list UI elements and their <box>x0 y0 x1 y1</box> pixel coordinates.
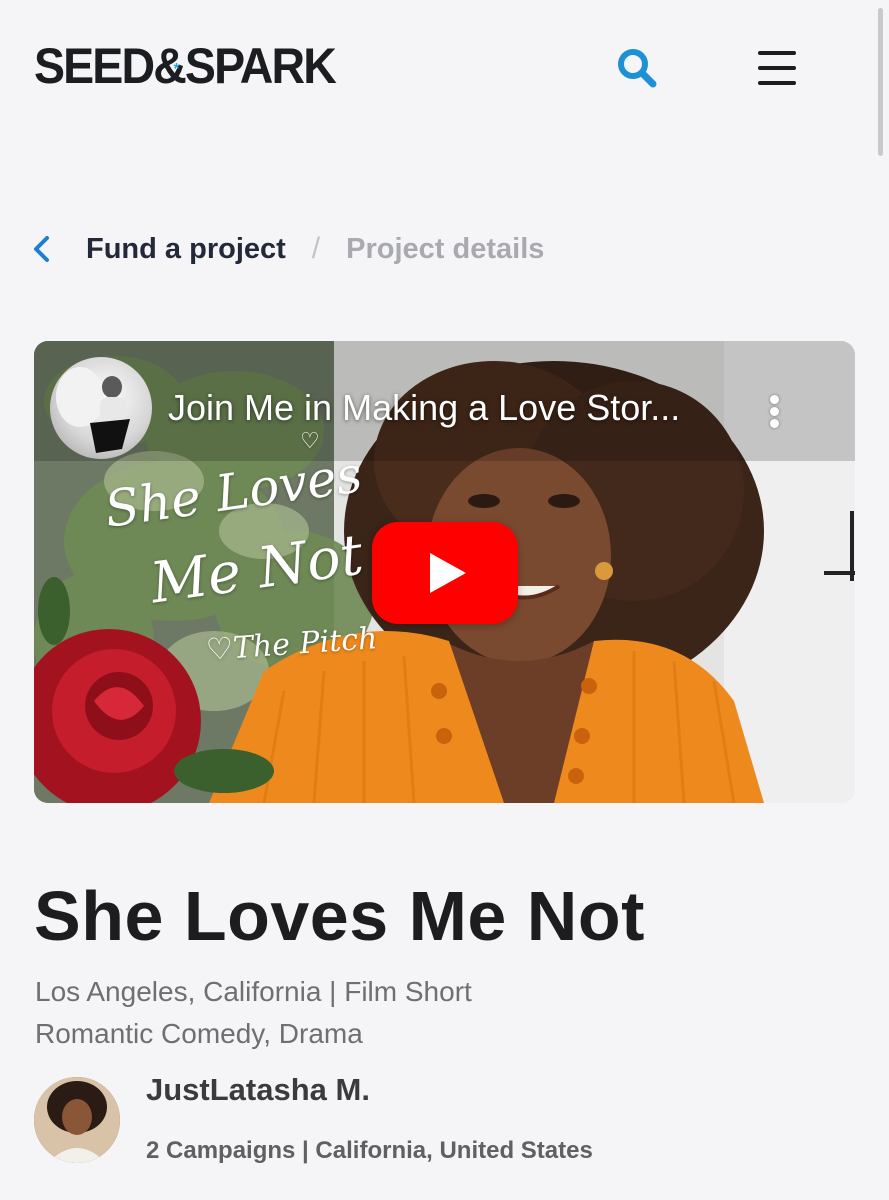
breadcrumb: Fund a project / Project details <box>32 226 632 272</box>
page-scrollbar[interactable] <box>878 8 883 156</box>
project-location-category: Los Angeles, California | Film Short <box>35 976 472 1007</box>
creator-campaigns-location: 2 Campaigns | California, United States <box>146 1137 593 1164</box>
project-title: She Loves Me Not <box>34 877 645 955</box>
project-genres: Romantic Comedy, Drama <box>35 1018 363 1049</box>
logo-star-icon: * <box>173 61 180 78</box>
hamburger-menu-icon-bar <box>758 51 796 55</box>
hamburger-menu-icon-bar <box>758 81 796 85</box>
creator-avatar-image <box>34 1077 120 1163</box>
search-button[interactable] <box>614 46 662 90</box>
channel-avatar-image <box>56 367 130 453</box>
chevron-left-icon <box>34 236 49 262</box>
more-vertical-icon-dot <box>770 395 779 404</box>
hamburger-menu-icon-bar <box>758 66 796 70</box>
video-title[interactable]: Join Me in Making a Love Stor... <box>168 387 728 429</box>
creator-avatar[interactable] <box>34 1077 120 1163</box>
video-player[interactable]: Join Me in Making a Love Stor... ♡ She L… <box>34 341 855 803</box>
more-vertical-icon-dot <box>770 419 779 428</box>
youtube-play-button[interactable] <box>372 522 518 624</box>
breadcrumb-fund-a-project[interactable]: Fund a project <box>86 233 286 266</box>
channel-avatar[interactable] <box>50 357 152 459</box>
creator-name[interactable]: JustLatasha M. <box>146 1072 370 1108</box>
breadcrumb-project-details: Project details <box>346 232 545 265</box>
hamburger-menu-button[interactable] <box>754 48 800 88</box>
back-button[interactable] <box>32 226 54 272</box>
logo-text-seed: SEED <box>34 38 155 94</box>
search-icon <box>618 49 657 88</box>
video-more-options-button[interactable] <box>760 391 788 431</box>
logo-text-spark: SPARK <box>184 38 337 94</box>
breadcrumb-separator: / <box>311 232 321 265</box>
play-icon <box>430 553 466 593</box>
seed-and-spark-logo[interactable]: SEED& * SPARK <box>34 38 337 94</box>
logo-ampersand: & * <box>153 38 187 94</box>
page: SEED& * SPARK Fund a project / Project det… <box>0 0 889 1200</box>
more-vertical-icon-dot <box>770 407 779 416</box>
site-header: SEED& * SPARK <box>0 0 889 156</box>
